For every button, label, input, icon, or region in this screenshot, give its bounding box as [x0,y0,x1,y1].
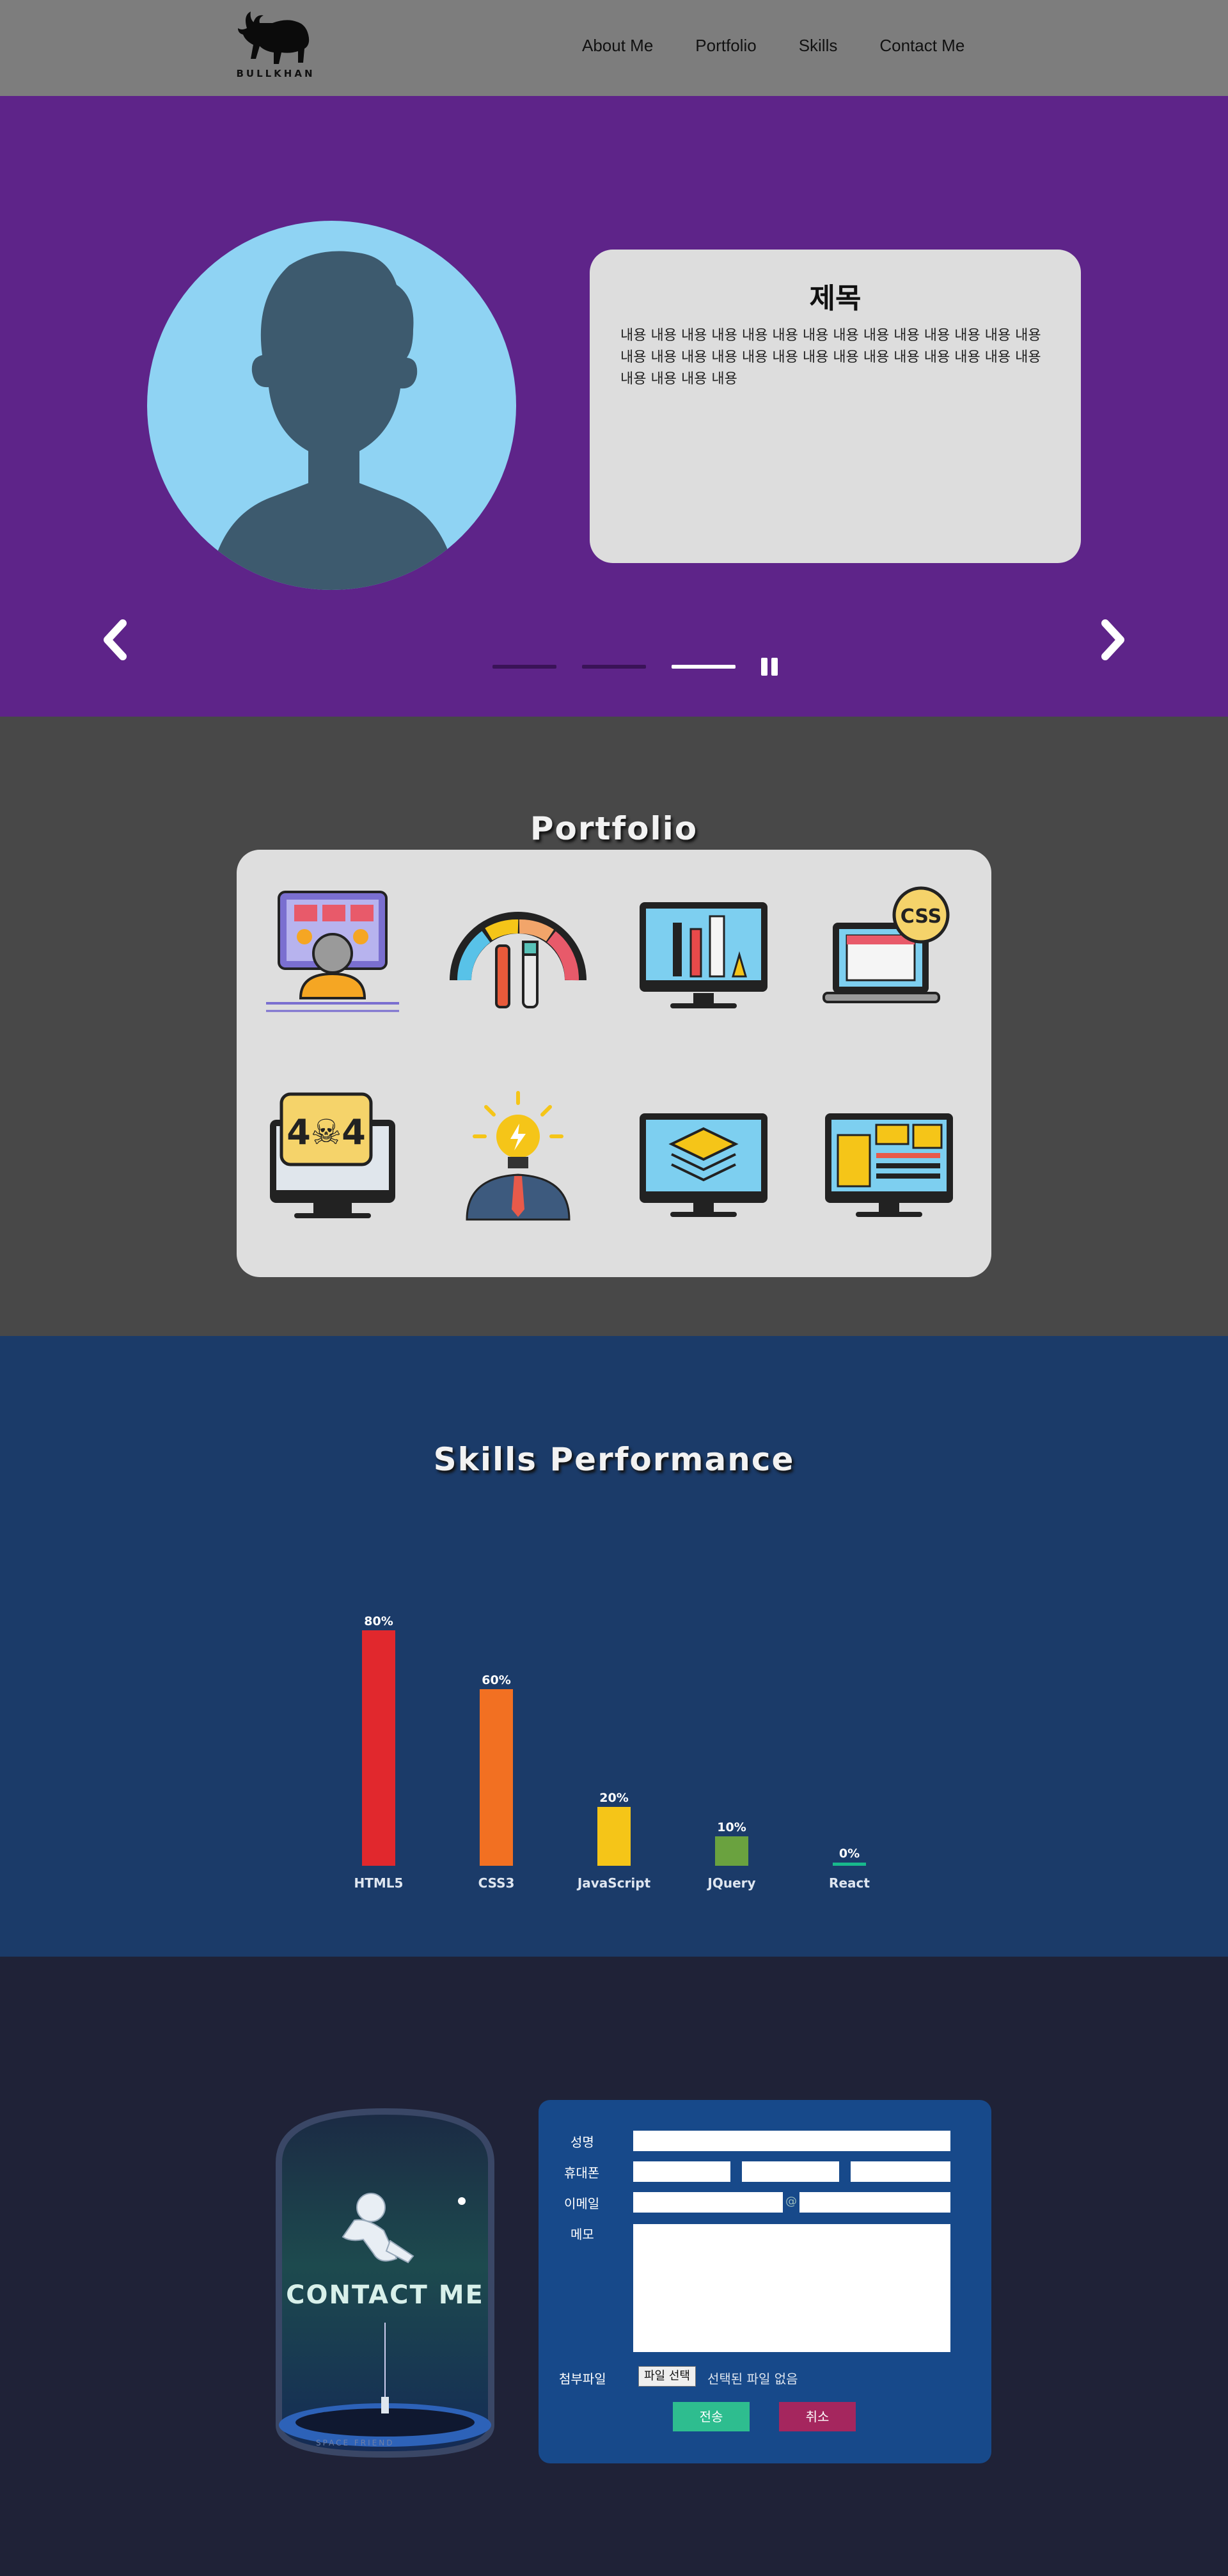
bar-jquery [715,1836,748,1866]
idea-businessman-icon[interactable] [448,1088,588,1228]
hero-slider: 제목 내용 내용 내용 내용 내용 내용 내용 내용 내용 내용 내용 내용 내… [0,96,1228,717]
nav-portfolio[interactable]: Portfolio [695,36,756,56]
phone-input-1[interactable] [633,2161,730,2182]
bar-react [833,1863,866,1866]
card-title: 제목 [809,282,862,315]
file-status: 선택된 파일 없음 [707,2371,798,2387]
bull-icon [238,12,310,64]
layers-monitor-icon[interactable] [633,1088,774,1228]
web-layout-icon[interactable] [819,1088,959,1228]
submit-button[interactable]: 전송 [673,2402,750,2431]
slide-indicators [492,658,778,676]
email-local-input[interactable] [633,2192,783,2213]
category-label-html5: HTML5 [354,1875,404,1891]
slide-indicator-3[interactable] [672,665,736,669]
value-label-html5: 80% [364,1614,393,1628]
contact-me-image: CONTACT ME SPACE FRIEND [271,2105,499,2461]
phone-input-2[interactable] [742,2161,839,2182]
pause-button[interactable] [761,658,778,676]
email-domain-input[interactable] [799,2192,950,2213]
cancel-button[interactable]: 취소 [779,2402,856,2431]
value-label-jquery: 10% [717,1820,746,1834]
next-slide-button[interactable] [1094,614,1132,665]
css-laptop-icon[interactable]: CSS [819,884,959,1025]
svg-text:CSS: CSS [901,905,941,928]
chevron-right-icon [1101,619,1124,660]
nav-skills[interactable]: Skills [799,36,838,56]
contact-form: 성명 휴대폰 이메일 @ 메모 첨부파일 파일 선택 선택된 파일 없음 전송 … [539,2100,991,2463]
web-developer-icon[interactable] [262,884,403,1025]
name-input[interactable] [633,2131,950,2151]
bull-logo[interactable]: BULLKHAN [234,9,317,84]
prev-slide-button[interactable] [96,614,134,665]
value-label-react: 0% [839,1847,860,1861]
pause-icon [761,658,767,676]
bar-javascript [597,1807,631,1866]
category-label-javascript: JavaScript [576,1875,651,1891]
nav-contact-me[interactable]: Contact Me [879,36,964,56]
memo-label: 메모 [571,2227,594,2242]
slide-indicator-1[interactable] [492,665,556,669]
main-nav: About Me Portfolio Skills Contact Me [582,36,1007,56]
value-label-css3: 60% [482,1673,510,1687]
person-silhouette-icon [209,251,458,590]
intro-card: 제목 내용 내용 내용 내용 내용 내용 내용 내용 내용 내용 내용 내용 내… [590,250,1081,563]
nav-about-me[interactable]: About Me [582,36,653,56]
space-friend-caption: SPACE FRIEND [316,2438,394,2447]
color-palette-icon[interactable] [448,884,588,1025]
phone-input-3[interactable] [851,2161,950,2182]
file-select-button[interactable]: 파일 선택 [638,2366,696,2387]
chevron-left-icon [104,619,127,660]
error-404-icon[interactable]: 4☠4 [262,1088,403,1228]
value-label-javascript: 20% [599,1791,628,1805]
slide-indicator-2[interactable] [582,665,646,669]
contact-section: CONTACT ME SPACE FRIEND 성명 휴대폰 이메일 @ 메모 … [0,1957,1228,2576]
portfolio-section: Portfolio CSS 4☠4 [0,717,1228,1336]
bar-html5 [362,1630,395,1866]
site-header: BULLKHAN About Me Portfolio Skills Conta… [0,0,1228,96]
name-label: 성명 [571,2135,594,2150]
category-label-css3: CSS3 [478,1875,515,1891]
email-at-sign: @ [785,2195,797,2208]
portfolio-grid: CSS 4☠4 [237,850,991,1277]
skills-section: Skills Performance 80% HTML5 60% CSS3 20% Jav… [0,1336,1228,1957]
phone-label: 휴대폰 [564,2165,600,2181]
skills-bar-chart: 80% HTML5 60% CSS3 20% JavaScript 10% JQuery 0% R… [354,1614,870,1891]
category-label-jquery: JQuery [706,1875,755,1891]
email-label: 이메일 [564,2196,600,2211]
pause-icon-bar [771,658,778,676]
bar-css3 [480,1689,513,1866]
design-monitor-icon[interactable] [633,884,774,1025]
category-label-react: React [829,1875,870,1891]
card-body: 내용 내용 내용 내용 내용 내용 내용 내용 내용 내용 내용 내용 내용 내… [620,328,1041,387]
memo-textarea[interactable] [633,2224,950,2352]
profile-avatar [147,221,516,590]
contact-me-caption: CONTACT ME [286,2280,484,2310]
svg-text:4☠4: 4☠4 [287,1112,366,1152]
logo-text: BULLKHAN [236,68,315,79]
file-label: 첨부파일 [559,2371,606,2387]
portfolio-title: Portfolio [530,810,698,847]
